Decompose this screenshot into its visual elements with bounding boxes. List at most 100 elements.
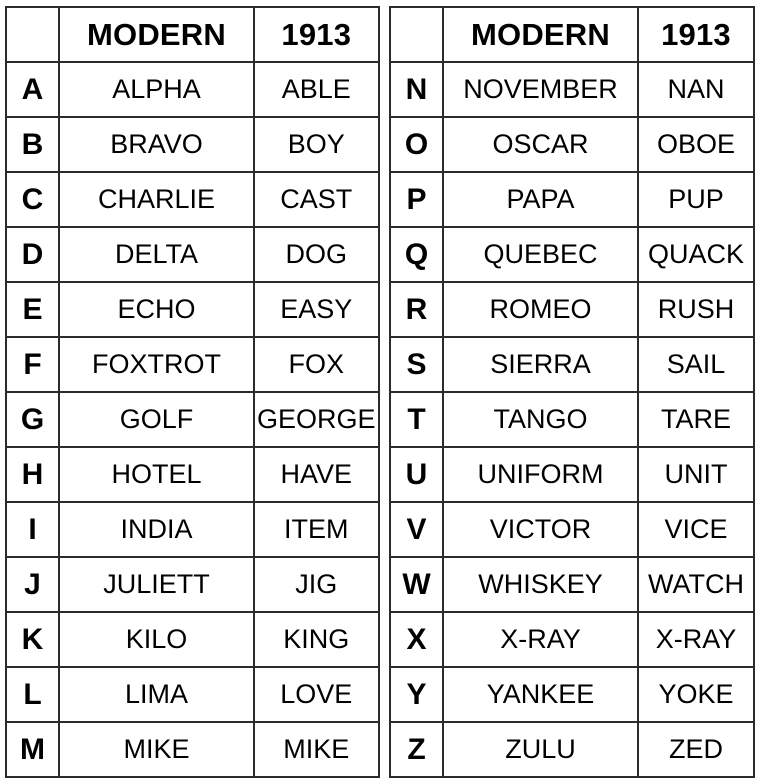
letter-cell: K (5, 611, 60, 668)
year1913-word-cell: GEORGE (253, 391, 380, 448)
modern-word-cell: ZULU (442, 721, 639, 778)
modern-word-cell: OSCAR (442, 116, 639, 173)
modern-word-cell: NOVEMBER (442, 61, 639, 118)
table-row: A ALPHA ABLE (5, 61, 380, 118)
modern-word-cell: YANKEE (442, 666, 639, 723)
year1913-word-cell: CAST (253, 171, 380, 228)
letter-cell: P (389, 171, 444, 228)
table-row: Z ZULU ZED (389, 721, 755, 778)
modern-word-cell: JULIETT (58, 556, 255, 613)
table-row: Y YANKEE YOKE (389, 666, 755, 723)
letter-cell: T (389, 391, 444, 448)
table-row: C CHARLIE CAST (5, 171, 380, 228)
table-row: T TANGO TARE (389, 391, 755, 448)
letter-cell: J (5, 556, 60, 613)
year1913-word-cell: MIKE (253, 721, 380, 778)
letter-cell: W (389, 556, 444, 613)
letter-cell: Z (389, 721, 444, 778)
phonetic-table-left: MODERN 1913 A ALPHA ABLE B BRAVO BOY C CHARLIE C… (5, 6, 380, 778)
modern-word-cell: VICTOR (442, 501, 639, 558)
year1913-word-cell: SAIL (637, 336, 755, 393)
modern-word-cell: UNIFORM (442, 446, 639, 503)
table-row: E ECHO EASY (5, 281, 380, 338)
letter-cell: S (389, 336, 444, 393)
modern-word-cell: X-RAY (442, 611, 639, 668)
table-body-left: A ALPHA ABLE B BRAVO BOY C CHARLIE CAST D DELTA DOG… (5, 61, 380, 778)
year1913-word-cell: VICE (637, 501, 755, 558)
corner-blank-cell (5, 6, 60, 63)
letter-cell: H (5, 446, 60, 503)
year1913-word-cell: TARE (637, 391, 755, 448)
year1913-word-cell: X-RAY (637, 611, 755, 668)
modern-word-cell: INDIA (58, 501, 255, 558)
table-row: W WHISKEY WATCH (389, 556, 755, 613)
table-row: S SIERRA SAIL (389, 336, 755, 393)
year1913-word-cell: OBOE (637, 116, 755, 173)
modern-word-cell: CHARLIE (58, 171, 255, 228)
year1913-word-cell: RUSH (637, 281, 755, 338)
table-row: B BRAVO BOY (5, 116, 380, 173)
year1913-word-cell: ITEM (253, 501, 380, 558)
year1913-word-cell: EASY (253, 281, 380, 338)
year1913-word-cell: FOX (253, 336, 380, 393)
corner-blank-cell (389, 6, 444, 63)
column-header-modern: MODERN (58, 6, 255, 63)
letter-cell: E (5, 281, 60, 338)
modern-word-cell: WHISKEY (442, 556, 639, 613)
letter-cell: N (389, 61, 444, 118)
year1913-word-cell: KING (253, 611, 380, 668)
year1913-word-cell: HAVE (253, 446, 380, 503)
table-row: V VICTOR VICE (389, 501, 755, 558)
table-row: P PAPA PUP (389, 171, 755, 228)
table-row: N NOVEMBER NAN (389, 61, 755, 118)
table-row: G GOLF GEORGE (5, 391, 380, 448)
modern-word-cell: DELTA (58, 226, 255, 283)
modern-word-cell: ALPHA (58, 61, 255, 118)
year1913-word-cell: UNIT (637, 446, 755, 503)
letter-cell: I (5, 501, 60, 558)
letter-cell: L (5, 666, 60, 723)
year1913-word-cell: QUACK (637, 226, 755, 283)
table-row: X X-RAY X-RAY (389, 611, 755, 668)
modern-word-cell: FOXTROT (58, 336, 255, 393)
table-row: K KILO KING (5, 611, 380, 668)
table-row: R ROMEO RUSH (389, 281, 755, 338)
column-header-1913: 1913 (637, 6, 755, 63)
year1913-word-cell: WATCH (637, 556, 755, 613)
letter-cell: D (5, 226, 60, 283)
letter-cell: O (389, 116, 444, 173)
modern-word-cell: MIKE (58, 721, 255, 778)
letter-cell: C (5, 171, 60, 228)
table-header-right: MODERN 1913 (389, 6, 755, 63)
letter-cell: U (389, 446, 444, 503)
table-row: L LIMA LOVE (5, 666, 380, 723)
modern-word-cell: ECHO (58, 281, 255, 338)
column-header-1913: 1913 (253, 6, 380, 63)
modern-word-cell: LIMA (58, 666, 255, 723)
table-body-right: N NOVEMBER NAN O OSCAR OBOE P PAPA PUP Q QUEBEC QUA… (389, 61, 755, 778)
year1913-word-cell: ZED (637, 721, 755, 778)
letter-cell: M (5, 721, 60, 778)
table-row: M MIKE MIKE (5, 721, 380, 778)
year1913-word-cell: PUP (637, 171, 755, 228)
phonetic-alphabet-sheet: MODERN 1913 A ALPHA ABLE B BRAVO BOY C CHARLIE C… (0, 0, 768, 782)
letter-cell: R (389, 281, 444, 338)
year1913-word-cell: BOY (253, 116, 380, 173)
modern-word-cell: KILO (58, 611, 255, 668)
modern-word-cell: PAPA (442, 171, 639, 228)
table-row: F FOXTROT FOX (5, 336, 380, 393)
table-row: J JULIETT JIG (5, 556, 380, 613)
year1913-word-cell: ABLE (253, 61, 380, 118)
letter-cell: B (5, 116, 60, 173)
letter-cell: Q (389, 226, 444, 283)
table-row: I INDIA ITEM (5, 501, 380, 558)
table-row: Q QUEBEC QUACK (389, 226, 755, 283)
table-row: D DELTA DOG (5, 226, 380, 283)
year1913-word-cell: JIG (253, 556, 380, 613)
table-header-left: MODERN 1913 (5, 6, 380, 63)
modern-word-cell: BRAVO (58, 116, 255, 173)
table-row: U UNIFORM UNIT (389, 446, 755, 503)
modern-word-cell: GOLF (58, 391, 255, 448)
table-row: O OSCAR OBOE (389, 116, 755, 173)
letter-cell: V (389, 501, 444, 558)
